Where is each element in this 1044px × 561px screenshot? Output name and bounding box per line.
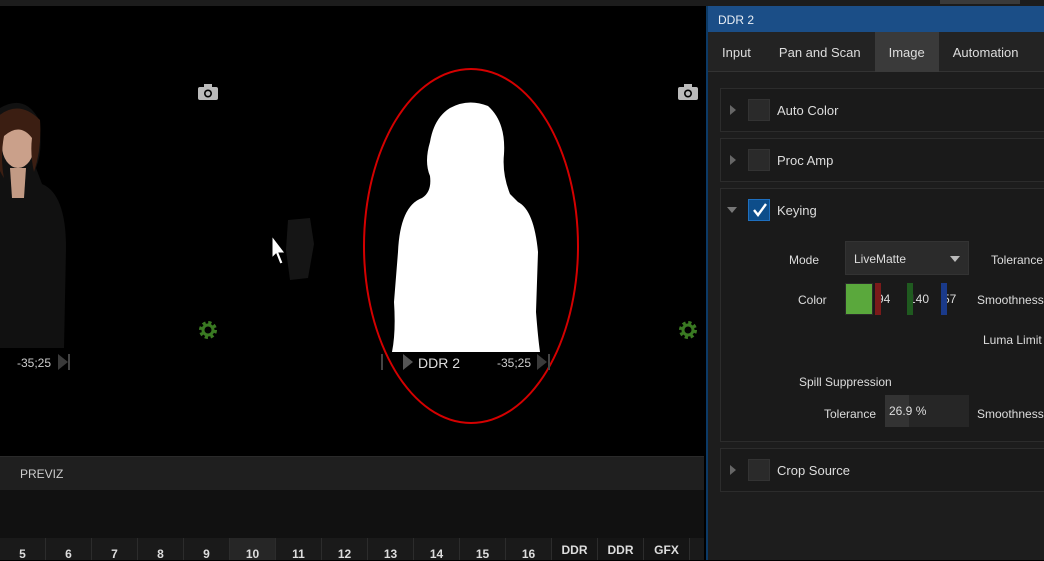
collapse-arrow-icon[interactable] — [727, 207, 737, 213]
auto-color-label: Auto Color — [777, 103, 839, 118]
mouse-cursor — [262, 234, 287, 270]
previz-label: PREVIZ — [20, 467, 64, 481]
tab-image[interactable]: Image — [874, 32, 939, 72]
switcher-key-14[interactable]: 14 — [414, 538, 460, 561]
play-icon-right[interactable] — [537, 354, 547, 370]
tab-automation[interactable]: Automation — [939, 32, 1033, 72]
switcher-key-7[interactable]: 7 — [92, 538, 138, 561]
previz-bar: PREVIZ — [0, 456, 704, 490]
green-channel-field[interactable]: 140 — [907, 283, 941, 315]
end-marker-right — [548, 354, 550, 370]
preview-monitor[interactable]: -35;25 DDR 2 -35;25 — [0, 6, 704, 454]
expand-arrow-icon[interactable] — [730, 105, 736, 115]
switcher-key-11[interactable]: 11 — [276, 538, 322, 561]
tab-input[interactable]: Input — [708, 32, 765, 72]
switcher-key-13[interactable]: 13 — [368, 538, 414, 561]
switcher-key-6[interactable]: 6 — [46, 538, 92, 561]
ghost-artifact — [280, 214, 320, 284]
green-strip — [907, 283, 913, 315]
ddr-source-label: DDR 2 — [418, 355, 461, 371]
switcher-key-ddr-1[interactable]: DDR — [552, 538, 598, 560]
play-icon-ddr[interactable] — [403, 354, 413, 370]
lower-area — [0, 490, 704, 538]
spill-tolerance-slider[interactable]: 26.9 % — [885, 395, 969, 427]
spill-tolerance-label: Tolerance — [824, 407, 877, 421]
proc-amp-label: Proc Amp — [777, 153, 834, 168]
proc-amp-checkbox[interactable] — [748, 149, 770, 171]
section-proc-amp[interactable]: Proc Amp — [720, 138, 1044, 182]
mode-label: Mode — [789, 253, 820, 267]
highlight-ellipse — [363, 68, 579, 424]
blue-channel-field[interactable]: 57 — [941, 283, 971, 315]
section-keying: Keying Mode LiveMatte Tolerance Color 94… — [720, 188, 1044, 442]
red-channel-field[interactable]: 94 — [875, 283, 907, 315]
switcher-row: 5 6 7 8 9 10 11 12 13 14 15 16 DDR DDR G… — [0, 538, 704, 561]
spill-smoothness-label: Smoothness — [977, 407, 1044, 421]
expand-arrow-icon[interactable] — [730, 155, 736, 165]
crop-source-checkbox[interactable] — [748, 459, 770, 481]
mode-dropdown[interactable]: LiveMatte — [845, 241, 969, 275]
spill-tolerance-value: 26.9 % — [889, 404, 927, 418]
expand-arrow-icon[interactable] — [730, 465, 736, 475]
keying-label: Keying — [777, 203, 817, 218]
keying-checkbox[interactable] — [748, 199, 770, 221]
panel-title: DDR 2 — [708, 6, 1044, 32]
switcher-key-12[interactable]: 12 — [322, 538, 368, 561]
red-strip — [875, 283, 881, 315]
play-icon-left[interactable] — [58, 354, 68, 370]
start-marker-ddr — [381, 354, 383, 370]
spill-suppression-label: Spill Suppression — [799, 375, 892, 389]
color-label: Color — [798, 293, 827, 307]
gear-icon-right[interactable] — [677, 319, 699, 341]
tolerance-label: Tolerance — [991, 253, 1044, 267]
auto-color-checkbox[interactable] — [748, 99, 770, 121]
section-auto-color[interactable]: Auto Color — [720, 88, 1044, 132]
luma-limit-label: Luma Limit — [983, 333, 1042, 347]
checkmark-icon — [753, 203, 767, 217]
smoothness-label: Smoothness — [977, 293, 1044, 307]
switcher-key-5[interactable]: 5 — [0, 538, 46, 561]
camera-icon-right[interactable] — [677, 83, 699, 101]
switcher-key-10[interactable]: 10 — [230, 538, 276, 561]
timecode-left: -35;25 — [17, 356, 52, 370]
top-strip-highlight — [940, 0, 1020, 4]
switcher-key-16[interactable]: 16 — [506, 538, 552, 561]
mode-value: LiveMatte — [854, 252, 907, 266]
switcher-key-15[interactable]: 15 — [460, 538, 506, 561]
tab-pan-and-scan[interactable]: Pan and Scan — [765, 32, 875, 72]
section-crop-source[interactable]: Crop Source — [720, 448, 1044, 492]
panel-tabs: Input Pan and Scan Image Automation — [708, 32, 1044, 72]
switcher-key-gfx[interactable]: GFX — [644, 538, 690, 560]
switcher-key-ddr-2[interactable]: DDR — [598, 538, 644, 560]
switcher-key-8[interactable]: 8 — [138, 538, 184, 561]
camera-icon-left[interactable] — [197, 83, 219, 101]
key-color-swatch[interactable] — [845, 283, 873, 315]
chevron-down-icon — [950, 256, 960, 262]
blue-strip — [941, 283, 947, 315]
timecode-right: -35;25 — [497, 356, 532, 370]
crop-source-label: Crop Source — [777, 463, 850, 478]
end-marker-left — [68, 354, 70, 370]
gear-icon-left[interactable] — [197, 319, 219, 341]
presenter-video — [0, 102, 66, 348]
switcher-key-9[interactable]: 9 — [184, 538, 230, 561]
ddr-config-panel: DDR 2 Input Pan and Scan Image Automatio… — [706, 6, 1044, 560]
